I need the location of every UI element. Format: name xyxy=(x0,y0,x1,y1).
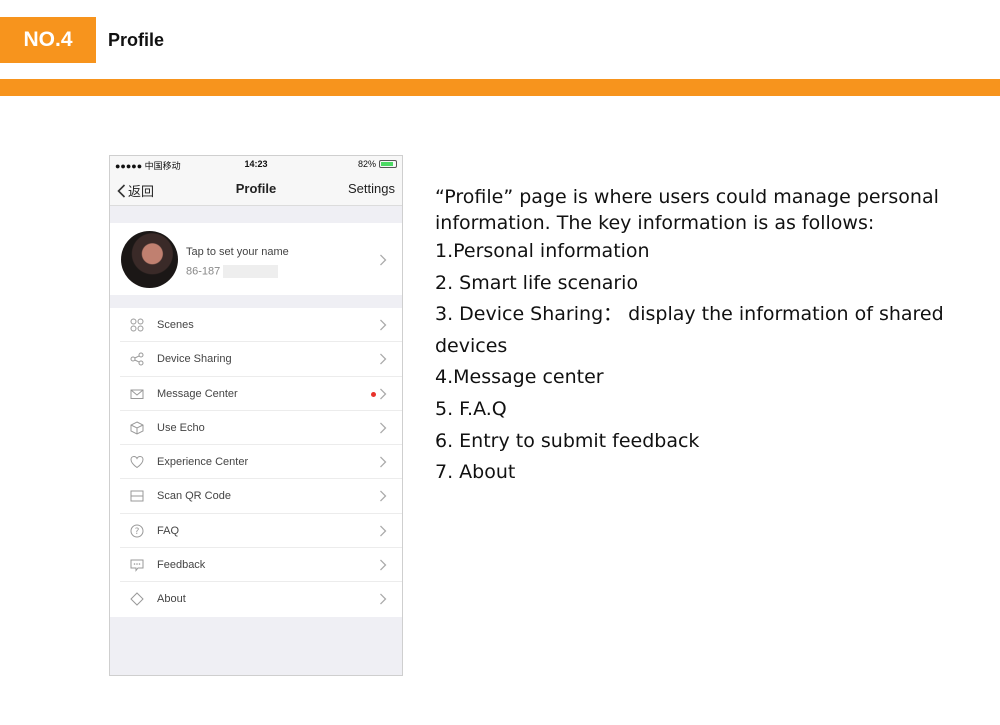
chevron-right-icon xyxy=(380,353,387,365)
status-right: 82% xyxy=(358,159,397,169)
profile-phone: 86-187 xyxy=(186,265,279,278)
chevron-right-icon xyxy=(380,388,387,400)
section-title: Profile xyxy=(108,30,165,50)
menu-label: Scan QR Code xyxy=(157,490,231,503)
battery-icon xyxy=(379,160,397,168)
description-intro: “Profile” page is where users could mana… xyxy=(435,186,939,234)
description-item: 2. Smart life scenario xyxy=(435,271,639,294)
profile-phone-prefix: 86-187 xyxy=(186,265,221,278)
description-item: 7. About xyxy=(435,461,516,484)
svg-text:?: ? xyxy=(135,527,140,537)
chevron-right-icon xyxy=(380,422,387,434)
chevron-right-icon xyxy=(380,456,387,468)
menu-item-experience-center[interactable]: Experience Center xyxy=(110,445,402,480)
cube-icon xyxy=(130,421,144,435)
redacted-phone-digits xyxy=(223,265,279,278)
description-item: 1.Personal information xyxy=(435,240,650,262)
menu-label: Message Center xyxy=(157,387,238,400)
chevron-right-icon xyxy=(380,593,387,605)
menu-item-feedback[interactable]: Feedback xyxy=(110,548,402,583)
profile-card[interactable]: Tap to set your name 86-187 xyxy=(110,223,402,295)
settings-button[interactable]: Settings xyxy=(348,181,395,196)
menu-label: Device Sharing xyxy=(157,353,232,366)
menu-item-faq[interactable]: ? FAQ xyxy=(110,514,402,549)
battery-percent: 82% xyxy=(357,159,376,169)
profile-name-prompt: Tap to set your name xyxy=(186,246,289,258)
menu-item-scenes[interactable]: Scenes xyxy=(110,308,402,343)
menu-label: Scenes xyxy=(157,319,194,331)
menu-label: Experience Center xyxy=(157,456,249,469)
menu-label: Feedback xyxy=(157,559,206,572)
description-item: 6. Entry to submit feedback xyxy=(435,429,700,452)
description-item: 5. F.A.Q xyxy=(435,397,507,420)
chat-icon xyxy=(130,559,144,573)
share-icon xyxy=(130,352,144,366)
menu-label: Use Echo xyxy=(157,421,205,434)
navigation-bar: 返回 Profile Settings xyxy=(110,173,402,206)
scenes-icon xyxy=(130,318,144,332)
menu-label: FAQ xyxy=(157,524,180,537)
phone-screenshot: ●●●●● 中国移动 14:23 82% 返回 Profile Settings… xyxy=(109,155,403,676)
chevron-right-icon xyxy=(380,319,387,331)
mail-icon xyxy=(130,389,144,399)
status-bar: ●●●●● 中国移动 14:23 82% xyxy=(110,156,402,173)
question-icon: ? xyxy=(130,524,144,538)
chevron-right-icon xyxy=(380,559,387,571)
chevron-right-icon xyxy=(380,254,387,266)
description-text: “Profile” page is where users could mana… xyxy=(435,184,955,489)
chevron-right-icon xyxy=(380,525,387,537)
header-divider-bar xyxy=(0,79,1000,96)
menu-item-message-center[interactable]: Message Center xyxy=(110,377,402,412)
unread-badge xyxy=(371,391,376,397)
avatar xyxy=(121,231,178,288)
section-number-badge: NO.4 xyxy=(0,17,96,63)
profile-menu: Scenes Device Sharing Message Center Use… xyxy=(110,308,402,617)
description-item: 4.Message center xyxy=(435,366,604,389)
heart-icon xyxy=(130,456,144,469)
menu-item-scan-qr-code[interactable]: Scan QR Code xyxy=(110,479,402,515)
menu-item-device-sharing[interactable]: Device Sharing xyxy=(110,342,402,377)
menu-label: About xyxy=(157,593,186,606)
chevron-right-icon xyxy=(380,491,387,502)
menu-item-about[interactable]: About xyxy=(110,582,402,616)
menu-item-use-echo[interactable]: Use Echo xyxy=(110,411,402,446)
scan-icon xyxy=(130,490,144,502)
diamond-icon xyxy=(130,592,144,607)
description-item: 3. Device Sharing： display the informati… xyxy=(435,303,944,357)
